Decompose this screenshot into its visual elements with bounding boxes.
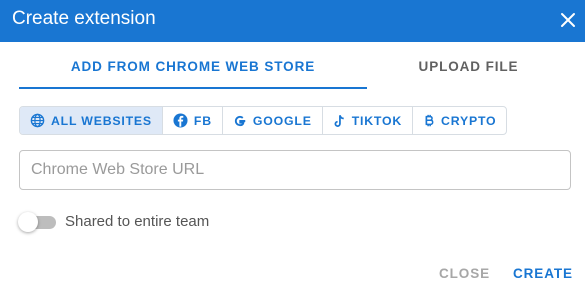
google-icon [233, 114, 247, 128]
shared-to-team-toggle[interactable] [18, 212, 58, 232]
chrome-web-store-url-input[interactable] [19, 150, 571, 190]
create-button[interactable]: CREATE [513, 266, 573, 281]
globe-icon [30, 113, 45, 128]
facebook-icon [173, 113, 188, 128]
filter-all-websites[interactable]: ALL WEBSITES [20, 107, 163, 134]
tab-add-from-chrome-web-store[interactable]: ADD FROM CHROME WEB STORE [19, 44, 367, 88]
tiktok-icon [333, 114, 346, 128]
filter-label: GOOGLE [252, 113, 312, 128]
filter-crypto[interactable]: CRYPTO [413, 107, 506, 134]
filter-label: FB [193, 113, 212, 128]
close-button[interactable]: CLOSE [439, 266, 490, 281]
filter-tiktok[interactable]: TIKTOK [323, 107, 414, 134]
toggle-thumb [18, 212, 38, 232]
dialog-header: Create extension [0, 0, 585, 42]
category-filter-group: ALL WEBSITES FB GOOGLE TIKTOK CRYPTO [19, 106, 508, 135]
tab-bar: ADD FROM CHROME WEB STORE UPLOAD FILE [19, 44, 570, 90]
filter-label: TIKTOK [351, 113, 403, 128]
filter-google[interactable]: GOOGLE [223, 107, 323, 134]
active-tab-indicator [19, 87, 367, 89]
filter-label: CRYPTO [441, 113, 497, 128]
shared-to-team-label: Shared to entire team [65, 213, 210, 230]
filter-fb[interactable]: FB [163, 107, 223, 134]
dialog-title: Create extension [12, 8, 156, 29]
bitcoin-icon [423, 114, 435, 128]
filter-label: ALL WEBSITES [51, 113, 152, 128]
close-icon[interactable] [557, 9, 579, 31]
tab-upload-file[interactable]: UPLOAD FILE [367, 44, 570, 88]
